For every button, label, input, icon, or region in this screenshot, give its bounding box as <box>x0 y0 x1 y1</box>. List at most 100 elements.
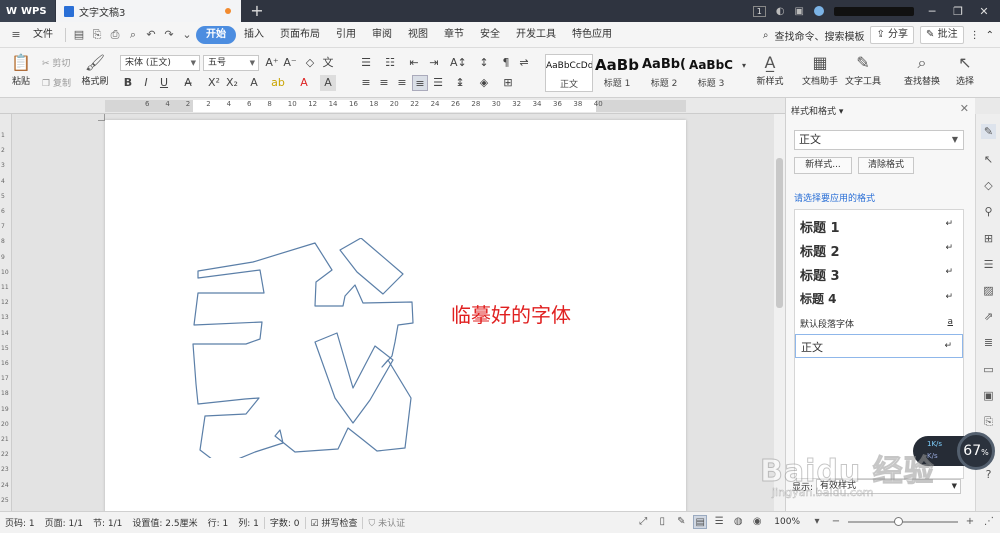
share-out-icon[interactable]: ⇗ <box>981 309 996 324</box>
new-tab-button[interactable]: + <box>248 2 266 20</box>
export-icon[interactable]: ⎘ <box>89 27 105 43</box>
line-spacing-icon[interactable]: ↨ <box>452 75 468 91</box>
close-panel-icon[interactable]: ✕ <box>960 102 969 115</box>
undo-icon[interactable]: ↶ <box>143 27 159 43</box>
save-icon[interactable]: ▤ <box>71 27 87 43</box>
shrink-font-icon[interactable]: A⁻ <box>282 55 298 71</box>
page-view-icon[interactable]: ▤ <box>693 515 708 529</box>
user-name-redacted[interactable] <box>834 6 914 16</box>
zoom-slider[interactable] <box>848 517 958 526</box>
shading-icon[interactable]: ◈ <box>476 75 492 91</box>
font-size-select[interactable]: 五号 ▼ <box>203 55 259 71</box>
tab-special[interactable]: 特色应用 <box>564 26 620 44</box>
status-section[interactable]: 节: 1/1 <box>88 516 127 529</box>
font-name-select[interactable]: 宋体 (正文) ▼ <box>120 55 200 71</box>
restore-icon[interactable]: ❐ <box>950 5 966 18</box>
status-setting[interactable]: 设置值: 2.5厘米 <box>127 516 202 529</box>
tab-home[interactable]: 开始 <box>196 25 236 44</box>
vertical-ruler[interactable]: 1 2 3 4 5 6 7 8 9 10 11 12 13 14 15 16 17 18 19 20 21 22 23 24 2… <box>0 114 12 511</box>
clear-format-icon[interactable]: ◇ <box>302 55 318 71</box>
underline-button[interactable]: U <box>156 75 172 91</box>
grow-font-icon[interactable]: A⁺ <box>264 55 280 71</box>
style-item-heading-4[interactable]: 标题 4 ↵ <box>795 286 963 310</box>
style-item-normal[interactable]: 正文 ↵ <box>795 334 963 358</box>
window-count-badge[interactable]: 1 <box>752 5 766 17</box>
spell-check-button[interactable]: ☑ 拼写检查 <box>306 516 363 529</box>
clear-format-button[interactable]: 清除格式 <box>858 157 914 174</box>
outdent-icon[interactable]: ⇤ <box>406 55 422 71</box>
tab-developer[interactable]: 开发工具 <box>508 26 564 44</box>
font-color-icon[interactable]: A <box>296 75 312 91</box>
comment-button[interactable]: ✎ 批注 <box>920 26 964 44</box>
web-view-icon[interactable]: ◍ <box>731 515 745 529</box>
fullscreen-icon[interactable]: ⤢ <box>636 515 650 529</box>
outline-view-icon[interactable]: ☰ <box>712 515 726 529</box>
pinyin-icon[interactable]: 文 <box>320 55 336 71</box>
tab-chapter[interactable]: 章节 <box>436 26 472 44</box>
share-button[interactable]: ⇪ 分享 <box>870 26 915 44</box>
doc-helper-button[interactable]: ▦ 文档助手 <box>800 52 840 87</box>
document-page[interactable]: 临摹好的字体 <box>105 120 686 511</box>
skin-icon[interactable]: ◐ <box>776 6 785 17</box>
tab-view[interactable]: 视图 <box>400 26 436 44</box>
zoom-out-icon[interactable]: − <box>829 515 843 529</box>
italic-button[interactable]: I <box>138 75 154 91</box>
tab-review[interactable]: 审阅 <box>364 26 400 44</box>
backup-icon[interactable]: ⎘ <box>981 414 996 429</box>
tab-security[interactable]: 安全 <box>472 26 508 44</box>
superscript-icon[interactable]: X² <box>206 75 222 91</box>
certification-status[interactable]: ⛉ 未认证 <box>363 516 410 529</box>
tab-page-layout[interactable]: 页面布局 <box>272 26 328 44</box>
numbering-icon[interactable]: ☷ <box>382 55 398 71</box>
distribute-icon[interactable]: ☰ <box>430 75 446 91</box>
align-center-icon[interactable]: ≡ <box>376 75 392 91</box>
horizontal-ruler[interactable]: 6 4 2 2 4 6 8 10 12 14 16 18 20 22 24 26 28 30 32 34 36 38 40 <box>0 98 785 114</box>
customize-icon[interactable]: ⌄ <box>179 27 195 43</box>
select-arrow-icon[interactable]: ↖ <box>981 152 996 167</box>
pin-icon[interactable]: ⚲ <box>981 204 996 219</box>
justify-icon[interactable]: ≡ <box>412 75 428 91</box>
zoom-slider-knob[interactable] <box>894 517 903 526</box>
find-replace-button[interactable]: ⌕ 查找替换 <box>900 52 944 87</box>
document-canvas[interactable]: 临摹好的字体 <box>12 114 774 511</box>
user-avatar-icon[interactable] <box>814 6 824 16</box>
style-item-heading-3[interactable]: 标题 3 ↵ <box>795 261 963 285</box>
cut-button[interactable]: ✂ 剪切 <box>42 56 70 69</box>
resize-grip-icon[interactable]: ⋰ <box>982 515 996 529</box>
new-style-panel-button[interactable]: 新样式... <box>794 157 852 174</box>
box-icon[interactable]: ▭ <box>981 362 996 377</box>
minimize-icon[interactable]: ─ <box>924 5 940 18</box>
close-window-icon[interactable]: ✕ <box>976 5 992 18</box>
toc-icon[interactable]: ≣ <box>981 335 996 350</box>
text-tools-button[interactable]: ✎ 文字工具 <box>843 52 883 87</box>
redo-icon[interactable]: ↷ <box>161 27 177 43</box>
paste-button[interactable]: 📋 粘贴 <box>4 52 38 87</box>
zoom-level[interactable]: 100% <box>769 517 805 527</box>
scroll-thumb[interactable] <box>776 158 783 308</box>
bold-button[interactable]: B <box>120 75 136 91</box>
current-style-select[interactable]: 正文 ▼ <box>794 130 964 150</box>
eye-protect-icon[interactable]: ✎ <box>674 515 688 529</box>
copy-button[interactable]: ❐ 复制 <box>42 76 71 89</box>
status-row[interactable]: 行: 1 <box>203 516 234 529</box>
shapes-icon[interactable]: ◇ <box>981 178 996 193</box>
style-item-default-font[interactable]: 默认段落字体 a <box>795 311 963 335</box>
align-right-icon[interactable]: ≡ <box>394 75 410 91</box>
char-shading-icon[interactable]: A <box>320 75 336 91</box>
style-item-heading-2[interactable]: 标题 2 ↵ <box>795 237 963 261</box>
chevron-down-icon[interactable]: ▾ <box>810 515 824 529</box>
select-button[interactable]: ↖ 选择 <box>948 52 982 87</box>
text-direction-icon[interactable]: A↕ <box>450 55 467 71</box>
new-style-button[interactable]: A̲ 新样式 <box>750 52 790 87</box>
show-hide-icon[interactable]: ⇌ <box>516 55 532 71</box>
style-heading-1[interactable]: AaBb 标题 1 <box>594 54 640 92</box>
wps-home-tab[interactable]: W WPS <box>0 0 55 22</box>
subscript-icon[interactable]: X₂ <box>224 75 240 91</box>
style-heading-2[interactable]: AaBb( 标题 2 <box>642 54 686 92</box>
strikethrough-icon[interactable]: A̶ <box>180 75 196 91</box>
style-pen-icon[interactable]: ✎ <box>981 124 996 139</box>
bullets-icon[interactable]: ☰ <box>358 55 374 71</box>
style-normal[interactable]: AaBbCcDd 正文 <box>545 54 593 92</box>
panel-title[interactable]: 样式和格式 ▾ <box>791 104 843 117</box>
status-page-code[interactable]: 页码: 1 <box>0 516 40 529</box>
